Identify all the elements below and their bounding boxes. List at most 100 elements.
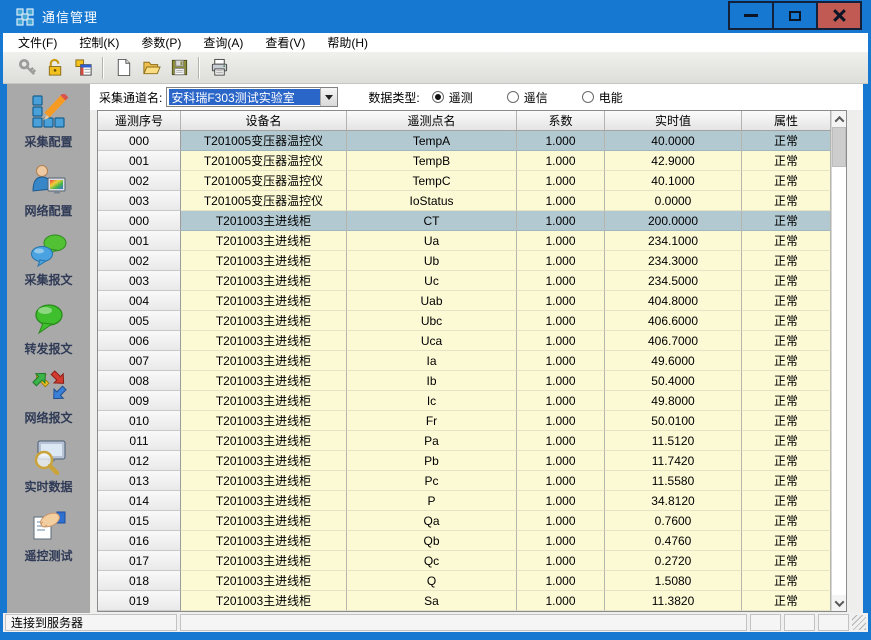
new-file-button[interactable] (109, 55, 137, 81)
cell-point: P (347, 491, 517, 511)
sidebar-item-network-config[interactable]: 网络配置 (7, 163, 90, 219)
cell-value: 406.6000 (605, 311, 742, 331)
cell-point: Ic (347, 391, 517, 411)
cell-device: T201003主进线柜 (181, 531, 347, 551)
column-header-device[interactable]: 设备名 (181, 111, 347, 130)
sidebar-item-forward-message[interactable]: 转发报文 (7, 301, 90, 357)
table-row[interactable]: 003 T201005变压器温控仪 IoStatus 1.000 0.0000 … (98, 191, 831, 211)
cell-attr: 正常 (742, 271, 831, 291)
datatype-radio[interactable]: 电能 (582, 89, 623, 106)
column-header-point[interactable]: 遥测点名 (347, 111, 517, 130)
radio-icon (432, 91, 444, 103)
vertical-scrollbar[interactable] (831, 111, 846, 611)
table-row[interactable]: 010 T201003主进线柜 Fr 1.000 50.0100 正常 (98, 411, 831, 431)
datatype-label: 数据类型: (368, 89, 419, 106)
save-button[interactable] (165, 55, 193, 81)
menu-item[interactable]: 参数(P) (130, 33, 192, 52)
table-row[interactable]: 019 T201003主进线柜 Sa 1.000 11.3820 正常 (98, 591, 831, 611)
cell-point: Fr (347, 411, 517, 431)
cell-attr: 正常 (742, 591, 831, 611)
column-header-coef[interactable]: 系数 (517, 111, 605, 130)
table-row[interactable]: 001 T201003主进线柜 Ua 1.000 234.1000 正常 (98, 231, 831, 251)
table-row[interactable]: 001 T201005变压器温控仪 TempB 1.000 42.9000 正常 (98, 151, 831, 171)
unlock-button[interactable] (41, 55, 69, 81)
sidebar-item-remote-test[interactable]: 遥控测试 (7, 508, 90, 564)
maximize-button[interactable] (772, 1, 818, 30)
table-row[interactable]: 012 T201003主进线柜 Pb 1.000 11.7420 正常 (98, 451, 831, 471)
print-button[interactable] (205, 55, 233, 81)
cell-coef: 1.000 (517, 191, 605, 211)
cell-coef: 1.000 (517, 271, 605, 291)
cell-index: 000 (98, 211, 181, 231)
cell-coef: 1.000 (517, 491, 605, 511)
cell-index: 002 (98, 171, 181, 191)
table-row[interactable]: 011 T201003主进线柜 Pa 1.000 11.5120 正常 (98, 431, 831, 451)
cell-device: T201003主进线柜 (181, 391, 347, 411)
key-icon (18, 58, 37, 77)
menu-item[interactable]: 查看(V) (254, 33, 316, 52)
cell-device: T201003主进线柜 (181, 371, 347, 391)
menu-item[interactable]: 控制(K) (68, 33, 130, 52)
close-button[interactable] (816, 1, 862, 30)
statusbar: 连接到服务器 (3, 613, 868, 632)
column-header-value[interactable]: 实时值 (605, 111, 742, 130)
column-header-index[interactable]: 遥测序号 (98, 111, 181, 130)
table-row[interactable]: 018 T201003主进线柜 Q 1.000 1.5080 正常 (98, 571, 831, 591)
channel-config-button[interactable] (69, 55, 97, 81)
resize-grip[interactable] (852, 615, 866, 630)
table-row[interactable]: 017 T201003主进线柜 Qc 1.000 0.2720 正常 (98, 551, 831, 571)
cell-value: 40.0000 (605, 131, 742, 151)
cell-value: 404.8000 (605, 291, 742, 311)
cell-index: 019 (98, 591, 181, 611)
scroll-up-button[interactable] (832, 111, 846, 127)
cell-point: TempA (347, 131, 517, 151)
table-row[interactable]: 009 T201003主进线柜 Ic 1.000 49.8000 正常 (98, 391, 831, 411)
scrollbar-track[interactable] (832, 167, 846, 595)
open-folder-button[interactable] (137, 55, 165, 81)
table-row[interactable]: 013 T201003主进线柜 Pc 1.000 11.5580 正常 (98, 471, 831, 491)
cell-coef: 1.000 (517, 131, 605, 151)
cell-attr: 正常 (742, 411, 831, 431)
sidebar-item-realtime-data[interactable]: 实时数据 (7, 439, 90, 495)
key-button[interactable] (13, 55, 41, 81)
menu-item[interactable]: 文件(F) (7, 33, 68, 52)
cell-value: 1.5080 (605, 571, 742, 591)
table-row[interactable]: 005 T201003主进线柜 Ubc 1.000 406.6000 正常 (98, 311, 831, 331)
table-body: 000 T201005变压器温控仪 TempA 1.000 40.0000 正常… (98, 131, 831, 611)
cell-attr: 正常 (742, 511, 831, 531)
table-row[interactable]: 015 T201003主进线柜 Qa 1.000 0.7600 正常 (98, 511, 831, 531)
channel-combobox-dropdown-button[interactable] (320, 88, 337, 106)
cell-attr: 正常 (742, 471, 831, 491)
sidebar-item-network-message[interactable]: 网络报文 (7, 370, 90, 426)
sidebar-item-collect-message[interactable]: 采集报文 (7, 232, 90, 288)
datatype-radio[interactable]: 遥信 (507, 89, 548, 106)
table-row[interactable]: 000 T201005变压器温控仪 TempA 1.000 40.0000 正常 (98, 131, 831, 151)
datatype-radio-group: 遥测 遥信 电能 (432, 89, 657, 106)
table-row[interactable]: 008 T201003主进线柜 Ib 1.000 50.4000 正常 (98, 371, 831, 391)
table-row[interactable]: 002 T201005变压器温控仪 TempC 1.000 40.1000 正常 (98, 171, 831, 191)
cell-device: T201003主进线柜 (181, 271, 347, 291)
cell-attr: 正常 (742, 431, 831, 451)
menu-item[interactable]: 帮助(H) (316, 33, 379, 52)
table-row[interactable]: 014 T201003主进线柜 P 1.000 34.8120 正常 (98, 491, 831, 511)
cell-index: 009 (98, 391, 181, 411)
menu-item[interactable]: 查询(A) (192, 33, 254, 52)
table-row[interactable]: 004 T201003主进线柜 Uab 1.000 404.8000 正常 (98, 291, 831, 311)
scrollbar-thumb[interactable] (832, 127, 846, 167)
datatype-radio[interactable]: 遥测 (432, 89, 473, 106)
table-row[interactable]: 006 T201003主进线柜 Uca 1.000 406.7000 正常 (98, 331, 831, 351)
minimize-button[interactable] (728, 1, 774, 30)
table-row[interactable]: 003 T201003主进线柜 Uc 1.000 234.5000 正常 (98, 271, 831, 291)
column-header-attr[interactable]: 属性 (742, 111, 831, 130)
data-grid: 遥测序号 设备名 遥测点名 系数 实时值 属性 000 (98, 111, 831, 611)
channel-combobox[interactable]: 安科瑞F303测试实验室 (166, 87, 338, 107)
table-row[interactable]: 000 T201003主进线柜 CT 1.000 200.0000 正常 (98, 211, 831, 231)
sidebar-item-label: 网络报文 (24, 409, 72, 426)
window-title: 通信管理 (42, 7, 98, 26)
table-row[interactable]: 002 T201003主进线柜 Ub 1.000 234.3000 正常 (98, 251, 831, 271)
table-row[interactable]: 016 T201003主进线柜 Qb 1.000 0.4760 正常 (98, 531, 831, 551)
sidebar-item-collect-config[interactable]: 采集配置 (7, 94, 90, 150)
table-row[interactable]: 007 T201003主进线柜 Ia 1.000 49.6000 正常 (98, 351, 831, 371)
sidebar-item-label: 遥控测试 (24, 547, 72, 564)
scroll-down-button[interactable] (832, 595, 846, 611)
